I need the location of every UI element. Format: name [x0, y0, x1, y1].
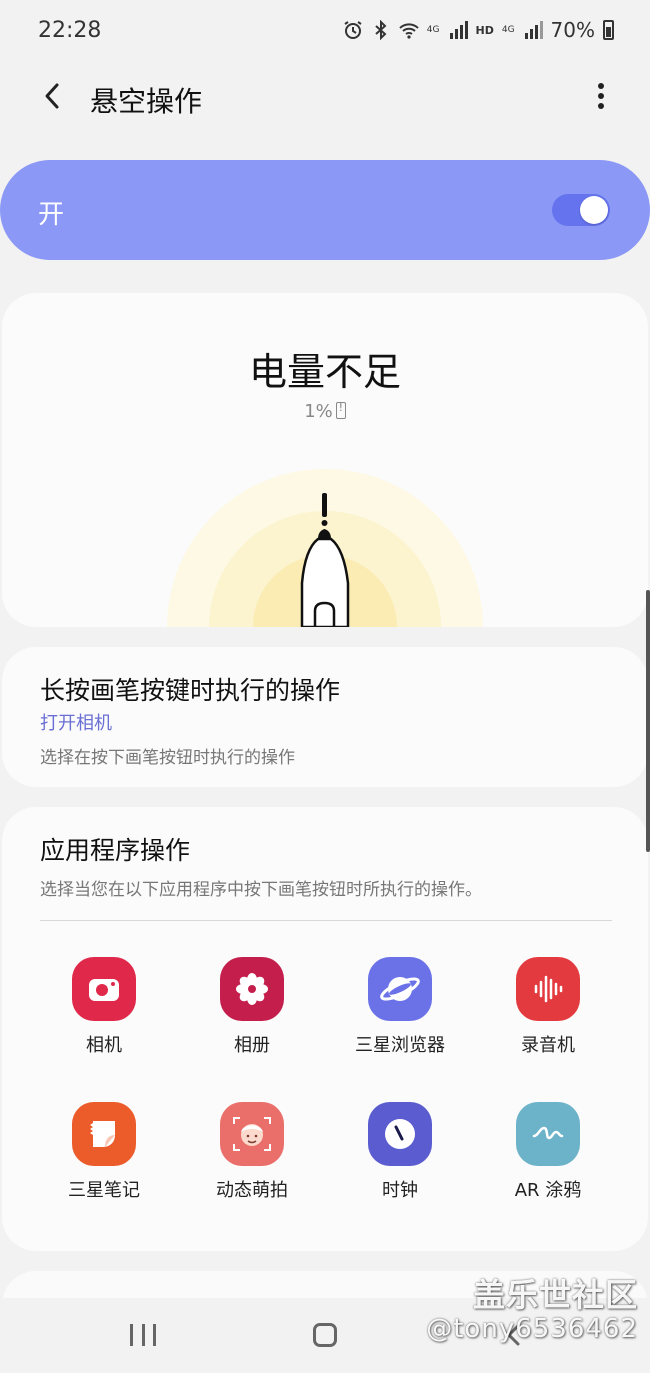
network-type-2: 4G — [501, 24, 515, 35]
app-name: 三星笔记 — [68, 1180, 140, 1201]
more-vertical-icon — [598, 83, 604, 109]
divider — [40, 920, 612, 921]
app-name: 相册 — [234, 1035, 270, 1056]
app-name: 时钟 — [382, 1180, 418, 1201]
app-item-notes[interactable]: 三星笔记 — [30, 1102, 178, 1202]
app-name: 录音机 — [521, 1035, 575, 1056]
battery-icon — [603, 20, 614, 40]
alarm-icon — [344, 21, 362, 39]
app-item-voice-recorder[interactable]: 录音机 — [474, 957, 622, 1057]
status-time: 22:28 — [38, 18, 102, 43]
bluetooth-icon — [375, 20, 387, 40]
master-switch-label: 开 — [38, 200, 65, 230]
ar-doodle-icon — [516, 1102, 580, 1166]
battery-warning-title: 电量不足 — [248, 350, 401, 394]
long-press-action-card[interactable]: 长按画笔按键时执行的操作 打开相机 选择在按下画笔按钮时执行的操作 — [2, 647, 648, 787]
status-bar: 22:28 4G HD 4G 70% — [0, 0, 650, 64]
battery-percent: 70% — [550, 18, 595, 42]
app-item-gallery[interactable]: 相册 — [178, 957, 326, 1057]
app-bar: 悬空操作 — [0, 64, 650, 130]
app-name: 三星浏览器 — [355, 1035, 445, 1056]
recents-button[interactable] — [130, 1324, 156, 1346]
watermark-community: 盖乐世社区 — [472, 1276, 638, 1314]
home-button[interactable] — [313, 1323, 337, 1347]
network-type-1: 4G — [426, 24, 440, 35]
clock-icon — [368, 1102, 432, 1166]
app-item-ar-emoji[interactable]: 动态萌拍 — [178, 1102, 326, 1202]
scrollbar[interactable] — [646, 590, 650, 852]
chevron-left-icon — [45, 83, 59, 109]
camera-icon — [72, 957, 136, 1021]
app-actions-title: 应用程序操作 — [40, 836, 191, 865]
master-switch-bar[interactable]: 开 — [0, 160, 650, 260]
browser-planet-icon — [368, 957, 432, 1021]
hd-badge: HD — [475, 23, 494, 37]
app-name: AR 涂鸦 — [514, 1180, 582, 1201]
low-battery-icon — [335, 401, 346, 419]
app-name: 相机 — [86, 1035, 122, 1056]
app-item-ar-doodle[interactable]: AR 涂鸦 — [474, 1102, 622, 1202]
long-press-action-description: 选择在按下画笔按钮时执行的操作 — [40, 748, 295, 768]
gallery-flower-icon — [220, 957, 284, 1021]
wifi-icon — [399, 23, 419, 39]
back-button[interactable] — [34, 78, 70, 114]
pen-battery-level-text: 1% — [304, 401, 333, 422]
app-item-browser[interactable]: 三星浏览器 — [326, 957, 474, 1057]
more-options-button[interactable] — [586, 78, 616, 114]
app-name: 动态萌拍 — [216, 1180, 288, 1201]
signal-icon-2 — [524, 21, 543, 39]
notes-icon — [72, 1102, 136, 1166]
master-toggle[interactable] — [552, 194, 610, 226]
page-title: 悬空操作 — [90, 85, 203, 118]
app-item-camera[interactable]: 相机 — [30, 957, 178, 1057]
voice-wave-icon — [516, 957, 580, 1021]
long-press-action-title: 长按画笔按键时执行的操作 — [40, 676, 341, 705]
app-actions-description: 选择当您在以下应用程序中按下画笔按钮时所执行的操作。 — [40, 880, 482, 900]
s-pen-low-battery-illustration — [167, 469, 483, 627]
watermark-handle: @tony6536462 — [426, 1314, 638, 1344]
ar-emoji-face-icon — [220, 1102, 284, 1166]
pen-battery-level: 1% — [2, 401, 648, 422]
app-item-clock[interactable]: 时钟 — [326, 1102, 474, 1202]
toggle-knob — [580, 196, 608, 224]
signal-icon — [449, 21, 468, 39]
status-icons: 4G HD 4G 70% — [343, 18, 614, 42]
pen-battery-card: 电量不足 1% — [2, 293, 648, 627]
long-press-action-value: 打开相机 — [40, 713, 112, 734]
app-actions-card: 应用程序操作 选择当您在以下应用程序中按下画笔按钮时所执行的操作。 相机 相册 … — [2, 807, 648, 1251]
